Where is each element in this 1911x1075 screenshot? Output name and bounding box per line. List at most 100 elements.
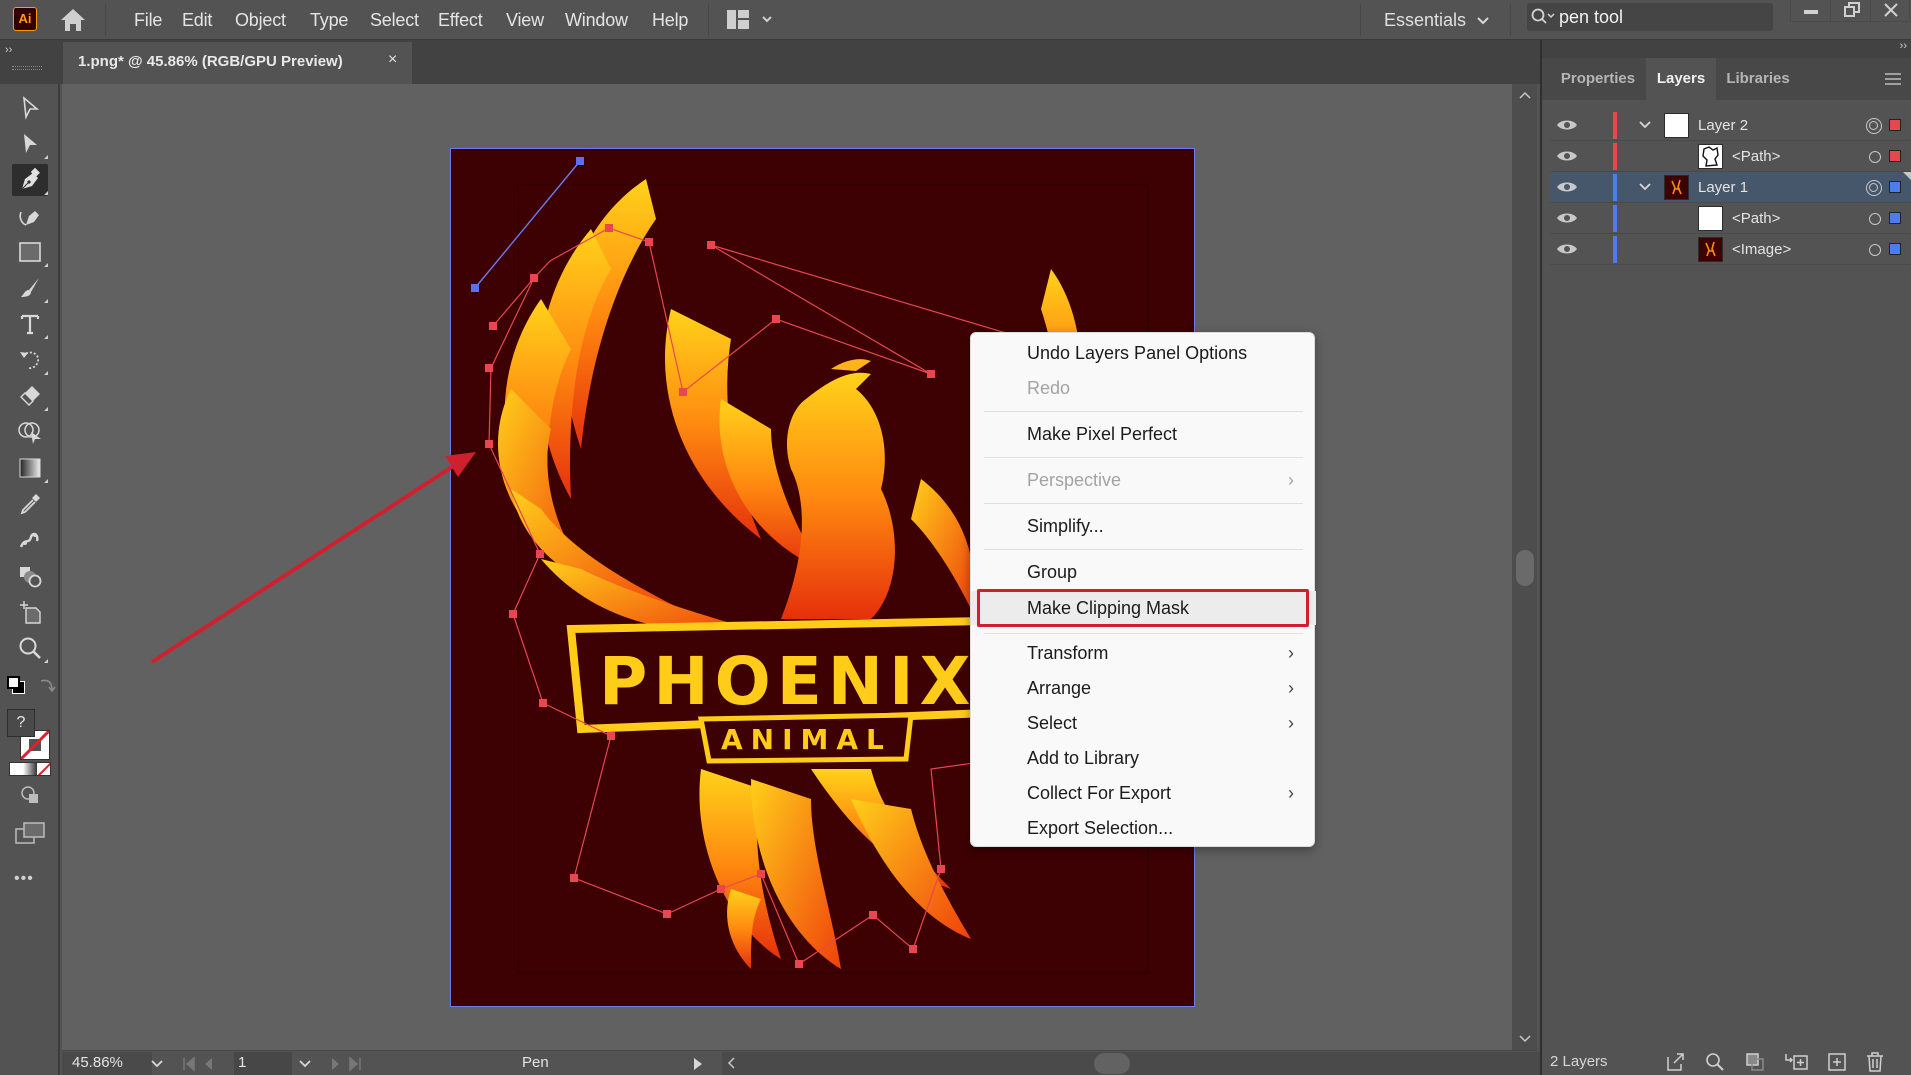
new-sublayer-icon[interactable] [1784, 1051, 1810, 1073]
menu-view[interactable]: View [506, 6, 544, 34]
layer-row[interactable]: Layer 2 [1550, 110, 1911, 141]
menu-edit[interactable]: Edit [182, 6, 212, 34]
zoom-tool[interactable] [12, 632, 48, 664]
screen-mode-icon[interactable] [14, 820, 46, 846]
menu-effect[interactable]: Effect [438, 6, 483, 34]
draw-mode-icon[interactable] [18, 784, 42, 806]
expand-panels-icon[interactable]: ›› [5, 44, 12, 56]
layer-name[interactable]: Layer 2 [1698, 117, 1748, 134]
panel-menu-icon[interactable] [1884, 72, 1902, 86]
export-icon[interactable] [1664, 1051, 1686, 1073]
rotate-tool[interactable] [12, 344, 48, 376]
target-icon[interactable] [1869, 244, 1881, 256]
pen-tool[interactable] [12, 164, 48, 196]
menu-item-collect-for-export[interactable]: Collect For Export › [971, 776, 1316, 810]
selection-indicator[interactable] [1889, 212, 1901, 224]
close-window-button[interactable] [1870, 0, 1910, 22]
first-prev-artboard-icons[interactable] [182, 1057, 226, 1071]
menu-select[interactable]: Select [370, 6, 419, 34]
status-menu-icon[interactable] [692, 1057, 704, 1071]
menu-item-transform[interactable]: Transform › [971, 636, 1316, 670]
scroll-left-icon[interactable] [726, 1056, 736, 1070]
menu-window[interactable]: Window [565, 6, 628, 34]
expand-chevron-icon[interactable] [1638, 118, 1652, 132]
document-tab[interactable]: 1.png* @ 45.86% (RGB/GPU Preview) × [63, 42, 412, 84]
clipping-mask-icon[interactable] [1744, 1051, 1766, 1073]
menu-item-arrange[interactable]: Arrange › [971, 671, 1316, 705]
swap-fill-stroke-icon[interactable] [38, 676, 56, 694]
rectangle-tool[interactable] [12, 236, 48, 268]
layer-row[interactable]: <Path> [1550, 141, 1911, 172]
layer-name[interactable]: <Image> [1732, 241, 1791, 258]
horizontal-scroll-thumb[interactable] [1094, 1053, 1130, 1074]
minimize-button[interactable] [1790, 0, 1830, 22]
toolbar-grip[interactable] [12, 66, 42, 70]
arrange-documents-icon[interactable] [725, 7, 775, 33]
target-icon[interactable] [1869, 151, 1881, 163]
gradient-tool[interactable] [12, 452, 48, 484]
menu-file[interactable]: File [134, 6, 162, 34]
vertical-scrollbar[interactable] [1512, 84, 1537, 1050]
target-icon[interactable] [1866, 118, 1882, 134]
menu-item-simplify[interactable]: Simplify... [971, 509, 1316, 543]
menu-item-add-to-library[interactable]: Add to Library [971, 741, 1316, 775]
tab-libraries[interactable]: Libraries [1716, 58, 1800, 100]
new-layer-icon[interactable] [1826, 1051, 1848, 1073]
type-tool[interactable] [12, 308, 48, 340]
next-last-artboard-icons[interactable] [328, 1057, 372, 1071]
menu-item-export-selection[interactable]: Export Selection... [971, 811, 1316, 845]
artboard-tool[interactable] [12, 596, 48, 628]
trash-icon[interactable] [1864, 1051, 1886, 1073]
fill-swatch[interactable]: ? [7, 709, 35, 737]
selection-indicator[interactable] [1889, 150, 1901, 162]
layer-row[interactable]: Layer 1 [1550, 172, 1911, 203]
close-tab-button[interactable]: × [388, 51, 397, 69]
color-mode-button[interactable] [10, 763, 24, 775]
layer-name[interactable]: Layer 1 [1698, 179, 1748, 196]
layer-row[interactable]: <Path> [1550, 203, 1911, 234]
visibility-eye-icon[interactable] [1556, 211, 1578, 225]
locate-object-icon[interactable] [1704, 1051, 1726, 1073]
menu-item-make-pixel-perfect[interactable]: Make Pixel Perfect [971, 417, 1316, 451]
menu-type[interactable]: Type [310, 6, 348, 34]
search-input-value[interactable]: pen tool [1559, 4, 1623, 30]
artboard-number[interactable]: 1 [238, 1054, 246, 1071]
workspace-switcher[interactable]: Essentials [1384, 6, 1466, 34]
selection-tool[interactable] [12, 92, 48, 124]
collapse-panels-icon[interactable]: ›› [1900, 40, 1907, 52]
gradient-mode-button[interactable] [23, 763, 37, 775]
default-fill-stroke-icon[interactable] [7, 676, 25, 694]
shape-builder-tool[interactable] [12, 416, 48, 448]
visibility-eye-icon[interactable] [1556, 242, 1578, 256]
search-icon[interactable] [1530, 7, 1558, 27]
scroll-down-icon[interactable] [1518, 1034, 1532, 1044]
artboard-dropdown-icon[interactable] [298, 1059, 312, 1069]
target-icon[interactable] [1869, 213, 1881, 225]
selection-indicator[interactable] [1889, 243, 1901, 255]
chevron-down-icon[interactable] [1476, 10, 1490, 30]
vertical-scroll-thumb[interactable] [1516, 550, 1534, 586]
restore-button[interactable] [1830, 0, 1870, 22]
selection-indicator[interactable] [1889, 119, 1901, 131]
home-icon[interactable] [58, 6, 88, 34]
blend-tool[interactable] [12, 560, 48, 592]
more-tools-button[interactable]: ••• [14, 870, 34, 888]
layer-name[interactable]: <Path> [1732, 148, 1780, 165]
visibility-eye-icon[interactable] [1556, 118, 1578, 132]
expand-chevron-icon[interactable] [1638, 180, 1652, 194]
zoom-level-value[interactable]: 45.86% [72, 1054, 123, 1071]
scroll-up-icon[interactable] [1518, 90, 1532, 100]
tab-layers[interactable]: Layers [1646, 58, 1716, 100]
visibility-eye-icon[interactable] [1556, 180, 1578, 194]
zoom-dropdown-icon[interactable] [150, 1059, 164, 1069]
target-icon[interactable] [1866, 180, 1882, 196]
visibility-eye-icon[interactable] [1556, 149, 1578, 163]
horizontal-scrollbar[interactable] [722, 1052, 1577, 1075]
layer-row[interactable]: <Image> [1550, 234, 1911, 265]
paintbrush-tool[interactable] [12, 272, 48, 304]
selection-indicator[interactable] [1889, 181, 1901, 193]
curvature-tool[interactable] [12, 200, 48, 232]
direct-selection-tool[interactable] [12, 128, 48, 160]
eraser-tool[interactable] [12, 380, 48, 412]
menu-item-select[interactable]: Select › [971, 706, 1316, 740]
